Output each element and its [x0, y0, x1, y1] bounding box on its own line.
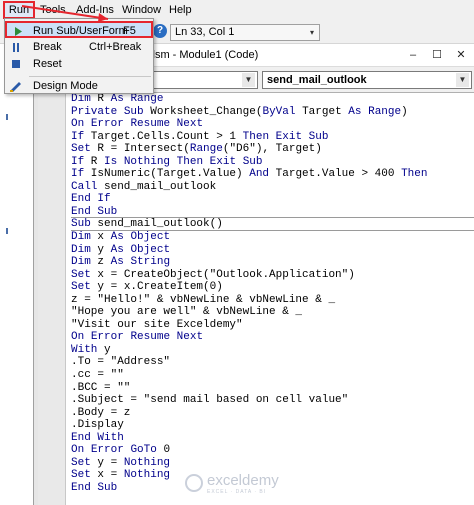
menu-item-run-sub-userform[interactable]: Run Sub/UserForm F5	[5, 21, 153, 38]
toolbar-overflow-icon[interactable]: ▾	[310, 28, 318, 38]
pane-marker	[6, 228, 8, 234]
code-line[interactable]: On Error GoTo 0	[71, 444, 474, 457]
maximize-icon[interactable]: ☐	[429, 48, 445, 63]
code-line[interactable]: "Visit our site Exceldemy"	[71, 319, 474, 332]
code-line[interactable]: .BCC = ""	[71, 382, 474, 395]
code-line[interactable]: End With	[71, 432, 474, 445]
code-line[interactable]: With y	[71, 344, 474, 357]
design-mode-icon	[10, 82, 21, 92]
pane-marker	[6, 114, 8, 120]
menu-window[interactable]: Window	[122, 3, 161, 17]
menu-item-design-mode[interactable]: Design Mode	[5, 78, 153, 95]
code-line[interactable]: If R Is Nothing Then Exit Sub	[71, 156, 474, 169]
cursor-position-status: Ln 33, Col 1	[170, 24, 320, 41]
pause-icon	[13, 43, 19, 52]
code-line[interactable]: .Display	[71, 419, 474, 432]
chevron-down-icon[interactable]: ▼	[456, 73, 469, 87]
code-window-title: xlsm - Module1 (Code)	[147, 49, 259, 61]
code-line[interactable]: Set x = CreateObject("Outlook.Applicatio…	[71, 269, 474, 282]
watermark: exceldemy EXCEL · DATA · BI	[185, 470, 315, 500]
menu-item-label: Reset	[33, 58, 62, 70]
code-line[interactable]: Call send_mail_outlook	[71, 181, 474, 194]
code-line[interactable]: Dim y As Object	[71, 244, 474, 257]
code-line[interactable]: If Target.Cells.Count > 1 Then Exit Sub	[71, 131, 474, 144]
procedure-separator	[71, 230, 474, 231]
menu-item-label: Break	[33, 41, 62, 53]
code-line[interactable]: On Error Resume Next	[71, 331, 474, 344]
menu-item-shortcut: F5	[123, 25, 136, 37]
watermark-brand: exceldemy	[207, 472, 279, 489]
code-line[interactable]: Set y = x.CreateItem(0)	[71, 281, 474, 294]
watermark-tagline: EXCEL · DATA · BI	[207, 489, 267, 495]
code-line[interactable]: End If	[71, 193, 474, 206]
code-window: xlsm - Module1 (Code) – ☐ ✕ ▼ send_mail_…	[33, 45, 474, 505]
run-menu: Run Sub/UserForm F5 Break Ctrl+Break Res…	[4, 18, 154, 94]
procedure-combo-value: send_mail_outlook	[267, 74, 367, 86]
code-line[interactable]: .Body = z	[71, 407, 474, 420]
menu-item-reset[interactable]: Reset	[5, 56, 153, 73]
code-editor[interactable]: Dim R As Range Private Sub Worksheet_Chan…	[34, 92, 474, 505]
code-line[interactable]: Set y = Nothing	[71, 457, 474, 470]
close-icon[interactable]: ✕	[453, 48, 469, 63]
minimize-icon[interactable]: –	[405, 48, 421, 63]
code-text[interactable]: Dim R As Range Private Sub Worksheet_Chan…	[71, 93, 474, 495]
procedure-combo[interactable]: send_mail_outlook ▼	[262, 71, 472, 89]
code-line[interactable]: On Error Resume Next	[71, 118, 474, 131]
play-icon	[15, 27, 22, 36]
code-line[interactable]: .cc = ""	[71, 369, 474, 382]
stop-icon	[12, 60, 20, 68]
code-line[interactable]: .Subject = "send mail based on cell valu…	[71, 394, 474, 407]
exceldemy-logo-icon	[185, 474, 203, 492]
menu-bar: Run Tools Add-Ins Window Help	[0, 0, 474, 20]
menu-item-break[interactable]: Break Ctrl+Break	[5, 39, 153, 56]
code-line[interactable]: z = "Hello!" & vbNewLine & vbNewLine & _	[71, 294, 474, 307]
menu-item-label: Run Sub/UserForm	[33, 25, 128, 37]
menu-add-ins[interactable]: Add-Ins	[76, 3, 114, 17]
code-line[interactable]: "Hope you are well" & vbNewLine & _	[71, 306, 474, 319]
menu-separator	[29, 76, 151, 77]
project-pane-edge	[0, 44, 33, 505]
help-icon[interactable]: ?	[153, 24, 167, 38]
code-line[interactable]: .To = "Address"	[71, 356, 474, 369]
menu-item-shortcut: Ctrl+Break	[89, 41, 142, 53]
menu-run[interactable]: Run	[5, 3, 33, 17]
code-line[interactable]: Set R = Intersect(Range("D6"), Target)	[71, 143, 474, 156]
code-line[interactable]: Dim x As Object	[71, 231, 474, 244]
code-line[interactable]: Dim z As String	[71, 256, 474, 269]
margin-indicator-bar[interactable]	[38, 93, 66, 505]
menu-tools[interactable]: Tools	[40, 3, 66, 17]
menu-item-label: Design Mode	[33, 80, 98, 92]
menu-help[interactable]: Help	[169, 3, 192, 17]
chevron-down-icon[interactable]: ▼	[242, 73, 255, 87]
code-line[interactable]: Private Sub Worksheet_Change(ByVal Targe…	[71, 106, 474, 119]
procedure-separator	[71, 217, 474, 218]
code-line[interactable]: If IsNumeric(Target.Value) And Target.Va…	[71, 168, 474, 181]
